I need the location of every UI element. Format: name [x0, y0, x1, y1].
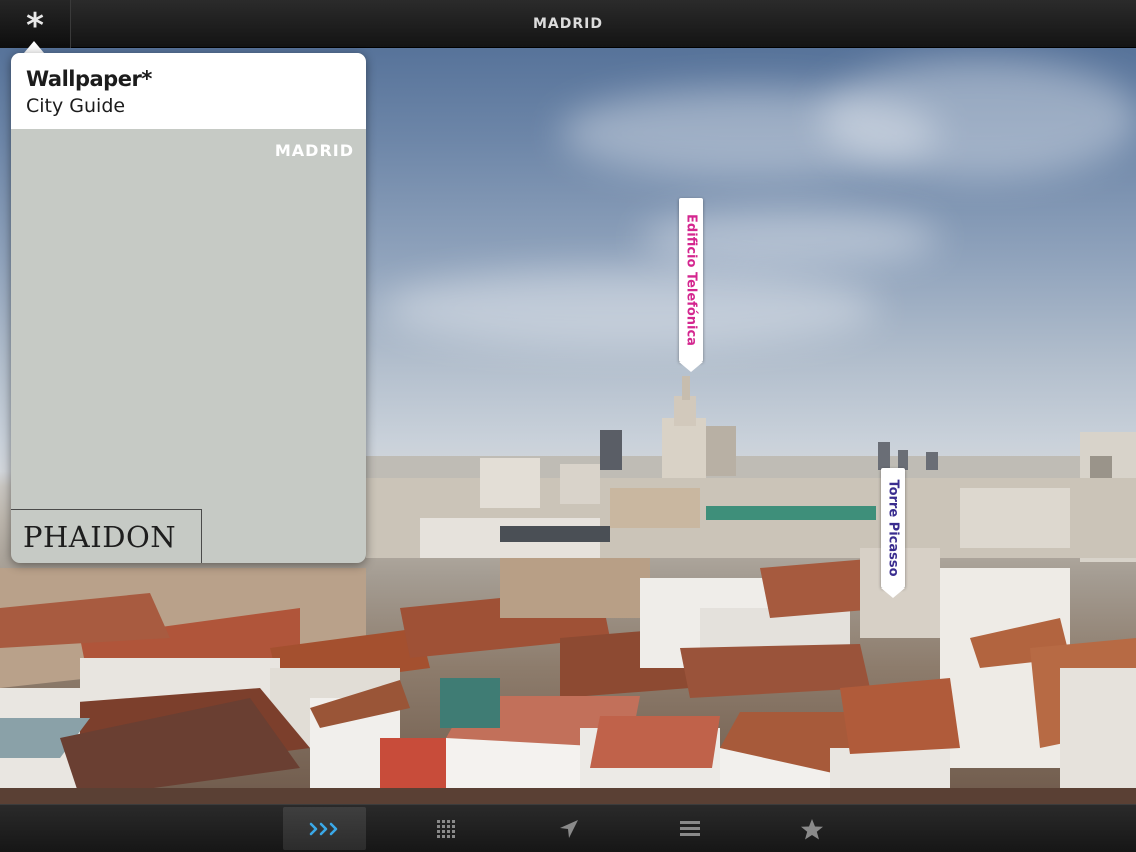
landmark-label: Edificio Telefónica: [683, 214, 699, 346]
publisher-logo: PHAIDON: [11, 509, 202, 563]
tab-favourites[interactable]: [770, 807, 853, 850]
landmark-tag-edificio-telefonica[interactable]: Edificio Telefónica: [679, 198, 703, 372]
guide-cover-card[interactable]: Wallpaper* City Guide MADRID PHAIDON: [11, 53, 366, 563]
chevrons-right-icon: [309, 822, 337, 835]
grid-icon: [436, 819, 455, 838]
cover-subtitle: City Guide: [26, 95, 126, 117]
bottom-tab-bar: [0, 804, 1136, 852]
landmark-tag-torre-picasso[interactable]: Torre Picasso: [881, 468, 905, 598]
tab-nearby[interactable]: [527, 807, 610, 850]
landmark-label: Torre Picasso: [885, 479, 901, 577]
cover-header: Wallpaper* City Guide: [11, 53, 366, 129]
page-title: MADRID: [533, 16, 603, 32]
cover-city: MADRID: [274, 141, 354, 160]
tab-list[interactable]: [648, 807, 731, 850]
star-icon: [800, 818, 823, 839]
popover-arrow: [24, 41, 44, 53]
list-icon: [679, 820, 700, 836]
tab-grid[interactable]: [405, 807, 488, 850]
cover-title: Wallpaper*: [26, 67, 152, 91]
location-arrow-icon: [559, 819, 578, 838]
top-bar: * MADRID: [0, 0, 1136, 48]
tab-intro[interactable]: [283, 807, 366, 850]
